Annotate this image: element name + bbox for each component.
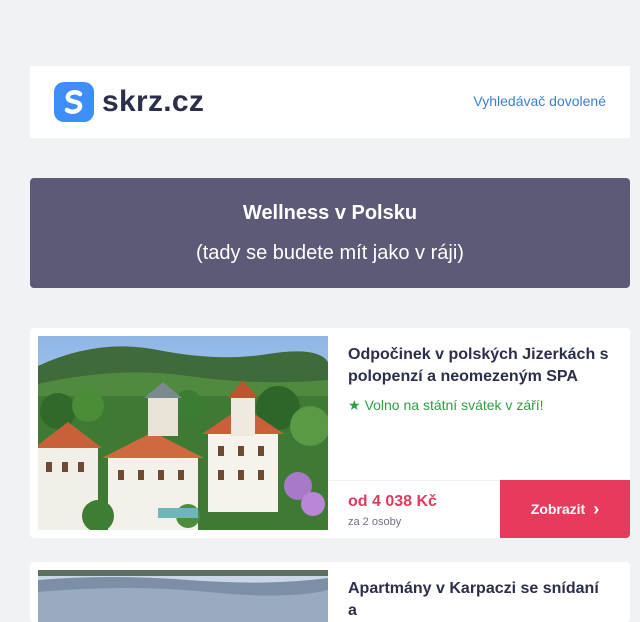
- logo-text[interactable]: skrz.cz: [102, 82, 204, 122]
- banner-subtitle: (tady se budete mít jako v ráji): [196, 242, 464, 264]
- header-search-link[interactable]: Vyhledávač dovolené: [473, 93, 606, 109]
- site-header: skrz.cz Vyhledávač dovolené: [30, 66, 630, 138]
- offer-title[interactable]: Odpočinek v polských Jizerkách s polopen…: [348, 344, 610, 388]
- banner-title: Wellness v Polsku: [242, 202, 418, 224]
- offer-note-text: Volno na státní svátek v září!: [364, 397, 544, 413]
- offer-card[interactable]: Odpočinek v polských Jizerkách s polopen…: [30, 328, 630, 538]
- skrz-logo-icon[interactable]: [54, 82, 94, 122]
- star-icon: ★: [348, 397, 361, 413]
- show-offer-label: Zobrazit: [530, 501, 586, 517]
- offer-image-mountains[interactable]: [38, 570, 328, 622]
- offer-price-box: od 4 038 Kč za 2 osoby: [328, 480, 500, 538]
- chevron-right-icon: ›: [593, 499, 600, 519]
- offer-availability-note: ★ Volno na státní svátek v září!: [348, 397, 618, 414]
- offer-title[interactable]: Apartmány v Karpaczi se snídaní a: [348, 578, 610, 622]
- offer-image-hotel[interactable]: [38, 336, 328, 530]
- offer-price: od 4 038 Kč: [348, 493, 437, 510]
- offer-card[interactable]: Apartmány v Karpaczi se snídaní a: [30, 562, 630, 622]
- show-offer-button[interactable]: Zobrazit ›: [500, 480, 630, 538]
- offer-price-note: za 2 osoby: [348, 516, 402, 528]
- promo-banner: Wellness v Polsku (tady se budete mít ja…: [30, 178, 630, 288]
